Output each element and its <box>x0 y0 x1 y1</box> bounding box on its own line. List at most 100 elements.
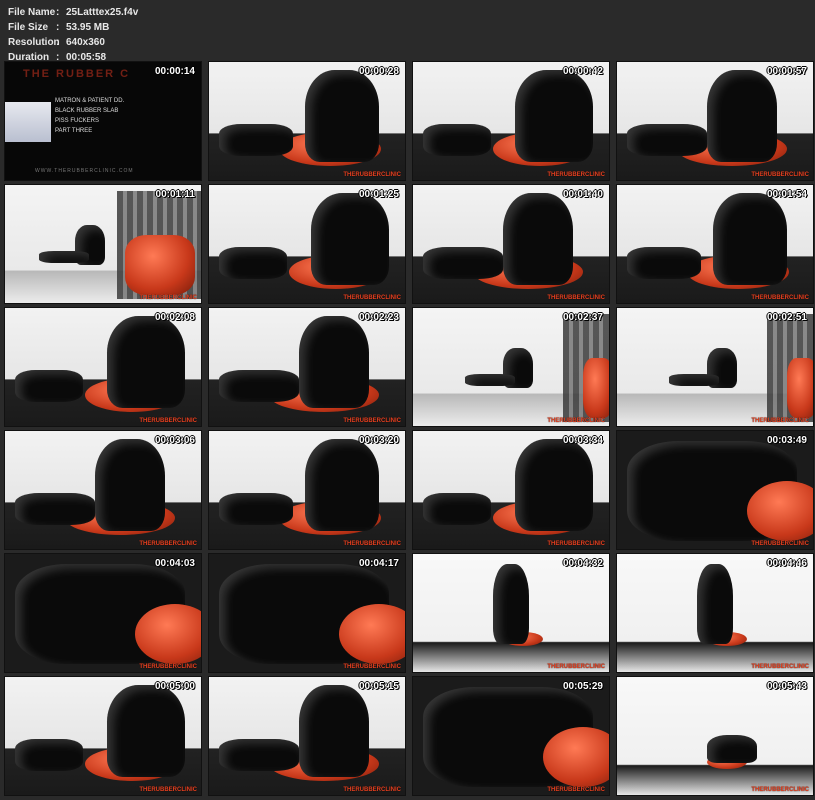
title-line: BLACK RUBBER SLAB <box>55 108 119 114</box>
thumbnail-image <box>617 62 813 180</box>
video-thumbnail[interactable]: 00:01:54 THERUBBERCLINIC <box>616 184 814 304</box>
thumbnail-image <box>617 185 813 303</box>
lying-figure <box>423 247 503 279</box>
lying-figure <box>15 493 95 525</box>
video-thumbnail[interactable]: 00:05:29 THERUBBERCLINIC <box>412 676 610 796</box>
timestamp-label: 00:00:57 <box>766 66 807 77</box>
video-thumbnail[interactable]: 00:05:00 THERUBBERCLINIC <box>4 676 202 796</box>
kneeling-figure <box>107 685 185 777</box>
watermark-logo: THERUBBERCLINIC <box>139 541 197 547</box>
timestamp-label: 00:00:28 <box>358 66 399 77</box>
thumbnail-image <box>413 554 609 672</box>
video-thumbnail[interactable]: 00:03:06 THERUBBERCLINIC <box>4 430 202 550</box>
lying-figure <box>423 124 491 156</box>
thumbnail-image <box>617 431 813 549</box>
lying-figure <box>627 124 707 156</box>
thumbnail-grid: THE RUBBER C MATRON & PATIENT DD. BLACK RU… <box>4 61 814 796</box>
thumbnail-image <box>617 308 813 426</box>
title-logo: THE RUBBER C <box>23 68 131 80</box>
file-size-row: File Size : 53.95 MB <box>8 20 138 35</box>
thumbnail-image <box>209 431 405 549</box>
video-thumbnail[interactable]: 00:01:40 THERUBBERCLINIC <box>412 184 610 304</box>
video-thumbnail[interactable]: 00:03:34 THERUBBERCLINIC <box>412 430 610 550</box>
timestamp-label: 00:05:43 <box>766 681 807 692</box>
kneeling-figure <box>107 316 185 408</box>
video-thumbnail[interactable]: 00:02:08 THERUBBERCLINIC <box>4 307 202 427</box>
thumbnail-image <box>617 677 813 795</box>
kneeling-figure <box>515 439 593 531</box>
video-thumbnail[interactable]: 00:01:11 THERUBBERCLINIC <box>4 184 202 304</box>
thumbnail-image <box>209 308 405 426</box>
timestamp-label: 00:00:42 <box>562 66 603 77</box>
lying-figure <box>15 739 83 771</box>
video-thumbnail[interactable]: 00:03:20 THERUBBERCLINIC <box>208 430 406 550</box>
watermark-logo: THERUBBERCLINIC <box>547 295 605 301</box>
kneeling-figure <box>503 193 573 285</box>
kneeling-figure <box>713 193 787 285</box>
standing-figure <box>493 564 529 644</box>
kneeling-figure <box>95 439 165 531</box>
watermark-logo: THERUBBERCLINIC <box>139 787 197 793</box>
timestamp-label: 00:05:00 <box>154 681 195 692</box>
watermark-logo: THERUBBERCLINIC <box>547 541 605 547</box>
separator: : <box>56 7 60 18</box>
timestamp-label: 00:04:32 <box>562 558 603 569</box>
timestamp-label: 00:01:25 <box>358 189 399 200</box>
lying-figure <box>219 247 287 279</box>
video-thumbnail[interactable]: 00:02:23 THERUBBERCLINIC <box>208 307 406 427</box>
lying-figure <box>39 251 89 263</box>
watermark-logo: THERUBBERCLINIC <box>139 295 197 301</box>
video-thumbnail[interactable]: 00:04:46 THERUBBERCLINIC <box>616 553 814 673</box>
timestamp-label: 00:03:34 <box>562 435 603 446</box>
resolution-row: Resolution : 640x360 <box>8 35 138 50</box>
kneeling-figure <box>305 70 379 162</box>
lying-figure <box>669 374 719 386</box>
resolution-label: Resolution <box>8 37 60 48</box>
video-thumbnail[interactable]: 00:00:57 THERUBBERCLINIC <box>616 61 814 181</box>
watermark-logo: THERUBBERCLINIC <box>751 541 809 547</box>
video-thumbnail[interactable]: 00:01:25 THERUBBERCLINIC <box>208 184 406 304</box>
separator: : <box>56 37 60 48</box>
video-thumbnail[interactable]: 00:03:49 THERUBBERCLINIC <box>616 430 814 550</box>
title-line: MATRON & PATIENT DD. <box>55 98 125 104</box>
video-thumbnail[interactable]: THE RUBBER C MATRON & PATIENT DD. BLACK RU… <box>4 61 202 181</box>
watermark-logo: THERUBBERCLINIC <box>139 418 197 424</box>
video-thumbnail[interactable]: 00:00:28 THERUBBERCLINIC <box>208 61 406 181</box>
video-thumbnail[interactable]: 00:04:03 THERUBBERCLINIC <box>4 553 202 673</box>
lying-figure <box>423 493 491 525</box>
watermark-logo: THERUBBERCLINIC <box>547 664 605 670</box>
timestamp-label: 00:03:06 <box>154 435 195 446</box>
video-thumbnail[interactable]: 00:04:17 THERUBBERCLINIC <box>208 553 406 673</box>
video-thumbnail[interactable]: 00:02:51 THERUBBERCLINIC <box>616 307 814 427</box>
title-text: MATRON & PATIENT DD. BLACK RUBBER SLAB PIS… <box>55 96 124 136</box>
watermark-logo: THERUBBERCLINIC <box>547 172 605 178</box>
thumbnail-image <box>209 62 405 180</box>
watermark-logo: THERUBBERCLINIC <box>751 787 809 793</box>
timestamp-label: 00:04:46 <box>766 558 807 569</box>
red-pillow <box>125 235 195 295</box>
video-thumbnail[interactable]: 00:00:42 THERUBBERCLINIC <box>412 61 610 181</box>
thumbnail-image <box>413 62 609 180</box>
video-thumbnail[interactable]: 00:04:32 THERUBBERCLINIC <box>412 553 610 673</box>
thumbnail-image <box>413 308 609 426</box>
watermark-logo: THERUBBERCLINIC <box>343 787 401 793</box>
timestamp-label: 00:01:40 <box>562 189 603 200</box>
file-info-header: File Name : 25Latttex25.f4v File Size : … <box>8 5 138 65</box>
video-thumbnail[interactable]: 00:05:15 THERUBBERCLINIC <box>208 676 406 796</box>
separator: : <box>56 22 60 33</box>
lying-figure <box>219 493 293 525</box>
watermark-logo: THERUBBERCLINIC <box>343 418 401 424</box>
thumbnail-image <box>413 185 609 303</box>
timestamp-label: 00:02:23 <box>358 312 399 323</box>
lying-figure <box>219 124 293 156</box>
timestamp-label: 00:00:14 <box>154 66 195 77</box>
lying-figure <box>627 247 701 279</box>
lying-figure <box>219 739 299 771</box>
timestamp-label: 00:05:29 <box>562 681 603 692</box>
timestamp-label: 00:02:51 <box>766 312 807 323</box>
title-line: PART THREE <box>55 128 93 134</box>
timestamp-label: 00:02:08 <box>154 312 195 323</box>
video-thumbnail[interactable]: 00:02:37 THERUBBERCLINIC <box>412 307 610 427</box>
video-thumbnail[interactable]: 00:05:43 THERUBBERCLINIC <box>616 676 814 796</box>
kneeling-figure <box>515 70 593 162</box>
